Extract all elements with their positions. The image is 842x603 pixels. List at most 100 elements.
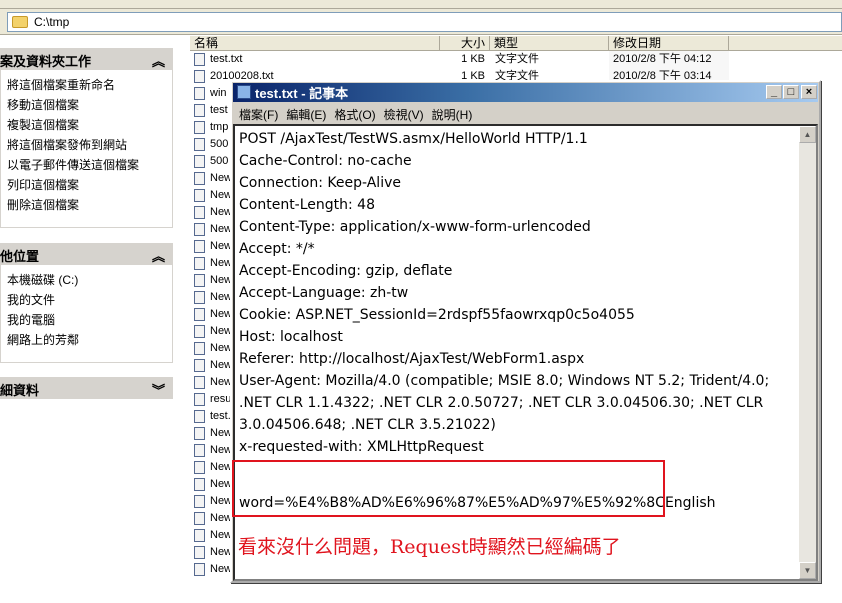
file-icon	[194, 138, 205, 151]
expand-icon[interactable]: ︾	[152, 380, 165, 399]
vertical-scrollbar[interactable]: ▲ ▼	[799, 126, 816, 579]
panel-title: 細資料	[0, 383, 40, 398]
scroll-down-button[interactable]: ▼	[799, 562, 816, 579]
place-link[interactable]: 本機磁碟 (C:)	[7, 270, 172, 290]
file-name: New	[210, 257, 233, 269]
task-link[interactable]: 將這個檔案發佈到網站	[7, 135, 172, 155]
annotation-text: 看來沒什么問題，Request時顯然已經編碼了	[238, 536, 621, 558]
file-icon	[194, 121, 205, 134]
file-name: New	[210, 359, 233, 371]
file-icon	[194, 495, 205, 508]
menu-item[interactable]: 格式(O)	[331, 103, 380, 123]
maximize-button[interactable]: □	[783, 85, 799, 99]
file-tasks-list: 將這個檔案重新命名 移動這個檔案 複製這個檔案 將這個檔案發佈到網站 以電子郵件傳送這個…	[0, 70, 173, 228]
text-content: POST /AjaxTest/TestWS.asmx/HelloWorld HT…	[239, 128, 799, 514]
file-icon	[194, 274, 205, 287]
file-icon	[194, 240, 205, 253]
address-bar: C:\tmp	[0, 9, 842, 35]
menu-item[interactable]: 檢視(V)	[381, 103, 429, 123]
other-places-list: 本機磁碟 (C:) 我的文件 我的電腦 網路上的芳鄰	[0, 265, 173, 363]
file-name: 500	[210, 155, 229, 167]
file-icon	[194, 393, 205, 406]
minimize-button[interactable]: _	[766, 85, 782, 99]
file-tasks-header[interactable]: 案及資料夾工作 ︽	[0, 48, 173, 70]
text-line: Accept-Language: zh-tw	[239, 285, 409, 301]
panel-title: 案及資料夾工作	[0, 54, 92, 69]
file-icon	[194, 104, 205, 117]
file-name: New	[210, 325, 233, 337]
file-name: New	[210, 223, 233, 235]
file-icon	[194, 342, 205, 355]
address-input[interactable]: C:\tmp	[7, 12, 842, 32]
file-name: New	[210, 172, 233, 184]
text-line: x-requested-with: XMLHttpRequest	[239, 439, 484, 455]
file-name: New	[210, 529, 233, 541]
place-link[interactable]: 我的文件	[7, 290, 172, 310]
toolbar	[0, 0, 842, 9]
file-icon	[194, 308, 205, 321]
file-name: test.txt	[210, 53, 243, 65]
file-icon	[194, 206, 205, 219]
collapse-icon[interactable]: ︽	[152, 246, 165, 265]
text-line: .NET CLR 1.1.4322; .NET CLR 2.0.50727; .…	[239, 395, 764, 411]
place-link[interactable]: 網路上的芳鄰	[7, 330, 172, 350]
menu-item[interactable]: 編輯(E)	[283, 103, 331, 123]
window-title: test.txt - 記事本	[255, 86, 349, 101]
text-line: POST /AjaxTest/TestWS.asmx/HelloWorld HT…	[239, 131, 588, 147]
task-link[interactable]: 刪除這個檔案	[7, 195, 172, 215]
task-link[interactable]: 以電子郵件傳送這個檔案	[7, 155, 172, 175]
task-link[interactable]: 移動這個檔案	[7, 95, 172, 115]
text-line: Content-Length: 48	[239, 197, 376, 213]
file-icon	[194, 427, 205, 440]
file-icon	[194, 563, 205, 576]
file-icon	[194, 461, 205, 474]
file-icon	[194, 291, 205, 304]
file-icon	[194, 478, 205, 491]
column-modified[interactable]: 修改日期	[609, 36, 729, 51]
menu-bar: 檔案(F) 編輯(E) 格式(O) 檢視(V) 說明(H)	[236, 103, 477, 123]
text-line: 3.0.04506.648; .NET CLR 3.5.21022)	[239, 417, 496, 433]
text-line: Host: localhost	[239, 329, 343, 345]
file-type: 文字文件	[495, 53, 539, 65]
file-size: 1 KB	[461, 53, 485, 65]
file-name: New	[210, 240, 233, 252]
task-pane: 案及資料夾工作 ︽ 將這個檔案重新命名 移動這個檔案 複製這個檔案 將這個檔案發佈到網站…	[0, 36, 190, 603]
column-type[interactable]: 類型	[490, 36, 609, 51]
file-name: New	[210, 495, 233, 507]
file-name: resu	[210, 393, 232, 405]
file-icon	[194, 87, 205, 100]
file-name: New	[210, 478, 233, 490]
menu-item[interactable]: 檔案(F)	[236, 103, 283, 123]
close-button[interactable]: ×	[801, 85, 817, 99]
file-icon	[194, 376, 205, 389]
details-header[interactable]: 細資料 ︾	[0, 377, 173, 399]
task-link[interactable]: 複製這個檔案	[7, 115, 172, 135]
text-line: Accept-Encoding: gzip, deflate	[239, 263, 453, 279]
column-name[interactable]: 名稱	[190, 36, 440, 51]
scroll-up-button[interactable]: ▲	[799, 126, 816, 143]
column-size[interactable]: 大小	[440, 36, 490, 51]
file-name: test.	[210, 410, 231, 422]
file-name: New	[210, 308, 233, 320]
file-icon	[194, 512, 205, 525]
file-icon	[194, 189, 205, 202]
file-row[interactable]: test.txt 1 KB 文字文件 2010/2/8 下午 04:12	[190, 51, 842, 68]
task-link[interactable]: 將這個檔案重新命名	[7, 75, 172, 95]
title-bar[interactable]: test.txt - 記事本 _ □ ×	[233, 83, 818, 102]
menu-item[interactable]: 說明(H)	[429, 103, 478, 123]
collapse-icon[interactable]: ︽	[152, 51, 165, 70]
file-name: New	[210, 274, 233, 286]
file-icon	[194, 546, 205, 559]
folder-icon	[12, 16, 28, 28]
file-icon	[194, 155, 205, 168]
list-header: 名稱 大小 類型 修改日期	[190, 36, 842, 51]
highlight-box	[232, 460, 665, 517]
file-icon	[194, 529, 205, 542]
file-name: New	[210, 342, 233, 354]
other-places-header[interactable]: 他位置 ︽	[0, 243, 173, 265]
place-link[interactable]: 我的電腦	[7, 310, 172, 330]
task-link[interactable]: 列印這個檔案	[7, 175, 172, 195]
file-icon	[194, 70, 205, 83]
notepad-icon	[237, 85, 251, 99]
text-line: Connection: Keep-Alive	[239, 175, 401, 191]
